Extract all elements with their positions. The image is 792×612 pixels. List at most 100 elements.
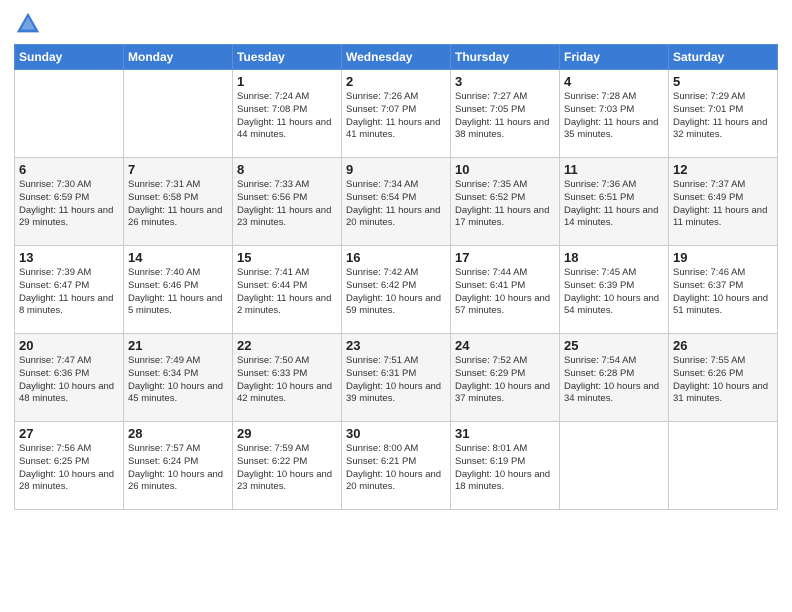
logo-icon xyxy=(14,10,42,38)
day-number: 14 xyxy=(128,250,228,265)
day-number: 4 xyxy=(564,74,664,89)
cell-info: Sunrise: 7:39 AM Sunset: 6:47 PM Dayligh… xyxy=(19,267,119,318)
calendar-cell xyxy=(669,422,778,510)
day-number: 15 xyxy=(237,250,337,265)
calendar-cell: 3 Sunrise: 7:27 AM Sunset: 7:05 PM Daylig… xyxy=(451,70,560,158)
calendar-cell: 23 Sunrise: 7:51 AM Sunset: 6:31 PM Dayli… xyxy=(342,334,451,422)
calendar-cell: 8 Sunrise: 7:33 AM Sunset: 6:56 PM Daylig… xyxy=(233,158,342,246)
calendar-cell: 26 Sunrise: 7:55 AM Sunset: 6:26 PM Dayli… xyxy=(669,334,778,422)
calendar-cell: 4Sunrise: 7:28 AM Sunset: 7:03 PM Daylig… xyxy=(560,70,669,158)
day-header-monday: Monday xyxy=(124,45,233,70)
day-number: 25 xyxy=(564,338,664,353)
day-number: 30 xyxy=(346,426,446,441)
cell-info: Sunrise: 7:33 AM Sunset: 6:56 PM Dayligh… xyxy=(237,179,337,230)
day-header-friday: Friday xyxy=(560,45,669,70)
page: SundayMondayTuesdayWednesdayThursdayFrid… xyxy=(0,0,792,612)
day-header-wednesday: Wednesday xyxy=(342,45,451,70)
cell-info: Sunrise: 7:30 AM Sunset: 6:59 PM Dayligh… xyxy=(19,179,119,230)
cell-info: Sunrise: 8:01 AM Sunset: 6:19 PM Dayligh… xyxy=(455,443,555,494)
calendar-table: SundayMondayTuesdayWednesdayThursdayFrid… xyxy=(14,44,778,510)
calendar-cell: 25 Sunrise: 7:54 AM Sunset: 6:28 PM Dayli… xyxy=(560,334,669,422)
day-number: 29 xyxy=(237,426,337,441)
calendar-cell: 31 Sunrise: 8:01 AM Sunset: 6:19 PM Dayli… xyxy=(451,422,560,510)
day-number: 17 xyxy=(455,250,555,265)
day-number: 5 xyxy=(673,74,773,89)
calendar-cell: 22 Sunrise: 7:50 AM Sunset: 6:33 PM Dayli… xyxy=(233,334,342,422)
cell-info: Sunrise: 7:37 AM Sunset: 6:49 PM Dayligh… xyxy=(673,179,773,230)
calendar-cell: 10 Sunrise: 7:35 AM Sunset: 6:52 PM Dayli… xyxy=(451,158,560,246)
day-number: 21 xyxy=(128,338,228,353)
cell-info: Sunrise: 7:35 AM Sunset: 6:52 PM Dayligh… xyxy=(455,179,555,230)
day-number: 8 xyxy=(237,162,337,177)
cell-info: Sunrise: 7:41 AM Sunset: 6:44 PM Dayligh… xyxy=(237,267,337,318)
day-number: 2 xyxy=(346,74,446,89)
calendar-cell: 6 Sunrise: 7:30 AM Sunset: 6:59 PM Daylig… xyxy=(15,158,124,246)
cell-info: Sunrise: 7:57 AM Sunset: 6:24 PM Dayligh… xyxy=(128,443,228,494)
calendar-cell: 7 Sunrise: 7:31 AM Sunset: 6:58 PM Daylig… xyxy=(124,158,233,246)
day-number: 23 xyxy=(346,338,446,353)
cell-info: Sunrise: 7:31 AM Sunset: 6:58 PM Dayligh… xyxy=(128,179,228,230)
day-number: 9 xyxy=(346,162,446,177)
logo xyxy=(14,10,46,38)
day-number: 7 xyxy=(128,162,228,177)
calendar-week-row: 1 Sunrise: 7:24 AM Sunset: 7:08 PM Daylig… xyxy=(15,70,778,158)
day-number: 20 xyxy=(19,338,119,353)
cell-info: Sunrise: 7:52 AM Sunset: 6:29 PM Dayligh… xyxy=(455,355,555,406)
day-number: 18 xyxy=(564,250,664,265)
cell-info: Sunrise: 7:34 AM Sunset: 6:54 PM Dayligh… xyxy=(346,179,446,230)
calendar-cell: 27 Sunrise: 7:56 AM Sunset: 6:25 PM Dayli… xyxy=(15,422,124,510)
day-number: 1 xyxy=(237,74,337,89)
day-number: 10 xyxy=(455,162,555,177)
calendar-cell: 15 Sunrise: 7:41 AM Sunset: 6:44 PM Dayli… xyxy=(233,246,342,334)
day-number: 22 xyxy=(237,338,337,353)
cell-info: Sunrise: 7:55 AM Sunset: 6:26 PM Dayligh… xyxy=(673,355,773,406)
day-number: 13 xyxy=(19,250,119,265)
cell-info: Sunrise: 7:47 AM Sunset: 6:36 PM Dayligh… xyxy=(19,355,119,406)
day-number: 3 xyxy=(455,74,555,89)
calendar-cell: 16 Sunrise: 7:42 AM Sunset: 6:42 PM Dayli… xyxy=(342,246,451,334)
calendar-cell: 30 Sunrise: 8:00 AM Sunset: 6:21 PM Dayli… xyxy=(342,422,451,510)
calendar-week-row: 27 Sunrise: 7:56 AM Sunset: 6:25 PM Dayli… xyxy=(15,422,778,510)
day-number: 31 xyxy=(455,426,555,441)
cell-info: Sunrise: 7:54 AM Sunset: 6:28 PM Dayligh… xyxy=(564,355,664,406)
calendar-cell xyxy=(15,70,124,158)
cell-info: Sunrise: 7:49 AM Sunset: 6:34 PM Dayligh… xyxy=(128,355,228,406)
day-number: 12 xyxy=(673,162,773,177)
calendar-cell: 9 Sunrise: 7:34 AM Sunset: 6:54 PM Daylig… xyxy=(342,158,451,246)
day-number: 26 xyxy=(673,338,773,353)
cell-info: Sunrise: 7:27 AM Sunset: 7:05 PM Dayligh… xyxy=(455,91,555,142)
day-header-thursday: Thursday xyxy=(451,45,560,70)
day-number: 6 xyxy=(19,162,119,177)
calendar-week-row: 6 Sunrise: 7:30 AM Sunset: 6:59 PM Daylig… xyxy=(15,158,778,246)
calendar-cell: 13 Sunrise: 7:39 AM Sunset: 6:47 PM Dayli… xyxy=(15,246,124,334)
calendar-cell: 2 Sunrise: 7:26 AM Sunset: 7:07 PM Daylig… xyxy=(342,70,451,158)
cell-info: Sunrise: 7:50 AM Sunset: 6:33 PM Dayligh… xyxy=(237,355,337,406)
cell-info: Sunrise: 7:45 AM Sunset: 6:39 PM Dayligh… xyxy=(564,267,664,318)
day-header-sunday: Sunday xyxy=(15,45,124,70)
calendar-cell xyxy=(124,70,233,158)
calendar-cell: 19Sunrise: 7:46 AM Sunset: 6:37 PM Dayli… xyxy=(669,246,778,334)
cell-info: Sunrise: 7:29 AM Sunset: 7:01 PM Dayligh… xyxy=(673,91,773,142)
day-header-saturday: Saturday xyxy=(669,45,778,70)
calendar-cell: 28Sunrise: 7:57 AM Sunset: 6:24 PM Dayli… xyxy=(124,422,233,510)
cell-info: Sunrise: 7:40 AM Sunset: 6:46 PM Dayligh… xyxy=(128,267,228,318)
cell-info: Sunrise: 7:51 AM Sunset: 6:31 PM Dayligh… xyxy=(346,355,446,406)
calendar-cell: 12 Sunrise: 7:37 AM Sunset: 6:49 PM Dayli… xyxy=(669,158,778,246)
cell-info: Sunrise: 7:59 AM Sunset: 6:22 PM Dayligh… xyxy=(237,443,337,494)
cell-info: Sunrise: 7:44 AM Sunset: 6:41 PM Dayligh… xyxy=(455,267,555,318)
cell-info: Sunrise: 7:56 AM Sunset: 6:25 PM Dayligh… xyxy=(19,443,119,494)
cell-info: Sunrise: 7:24 AM Sunset: 7:08 PM Dayligh… xyxy=(237,91,337,142)
calendar-cell: 17 Sunrise: 7:44 AM Sunset: 6:41 PM Dayli… xyxy=(451,246,560,334)
day-number: 16 xyxy=(346,250,446,265)
calendar-cell: 24Sunrise: 7:52 AM Sunset: 6:29 PM Dayli… xyxy=(451,334,560,422)
calendar-cell xyxy=(560,422,669,510)
day-number: 27 xyxy=(19,426,119,441)
cell-info: Sunrise: 7:42 AM Sunset: 6:42 PM Dayligh… xyxy=(346,267,446,318)
calendar-cell: 21 Sunrise: 7:49 AM Sunset: 6:34 PM Dayli… xyxy=(124,334,233,422)
calendar-cell: 5 Sunrise: 7:29 AM Sunset: 7:01 PM Daylig… xyxy=(669,70,778,158)
calendar-cell: 18 Sunrise: 7:45 AM Sunset: 6:39 PM Dayli… xyxy=(560,246,669,334)
cell-info: Sunrise: 8:00 AM Sunset: 6:21 PM Dayligh… xyxy=(346,443,446,494)
day-number: 19 xyxy=(673,250,773,265)
calendar-cell: 14 Sunrise: 7:40 AM Sunset: 6:46 PM Dayli… xyxy=(124,246,233,334)
cell-info: Sunrise: 7:26 AM Sunset: 7:07 PM Dayligh… xyxy=(346,91,446,142)
